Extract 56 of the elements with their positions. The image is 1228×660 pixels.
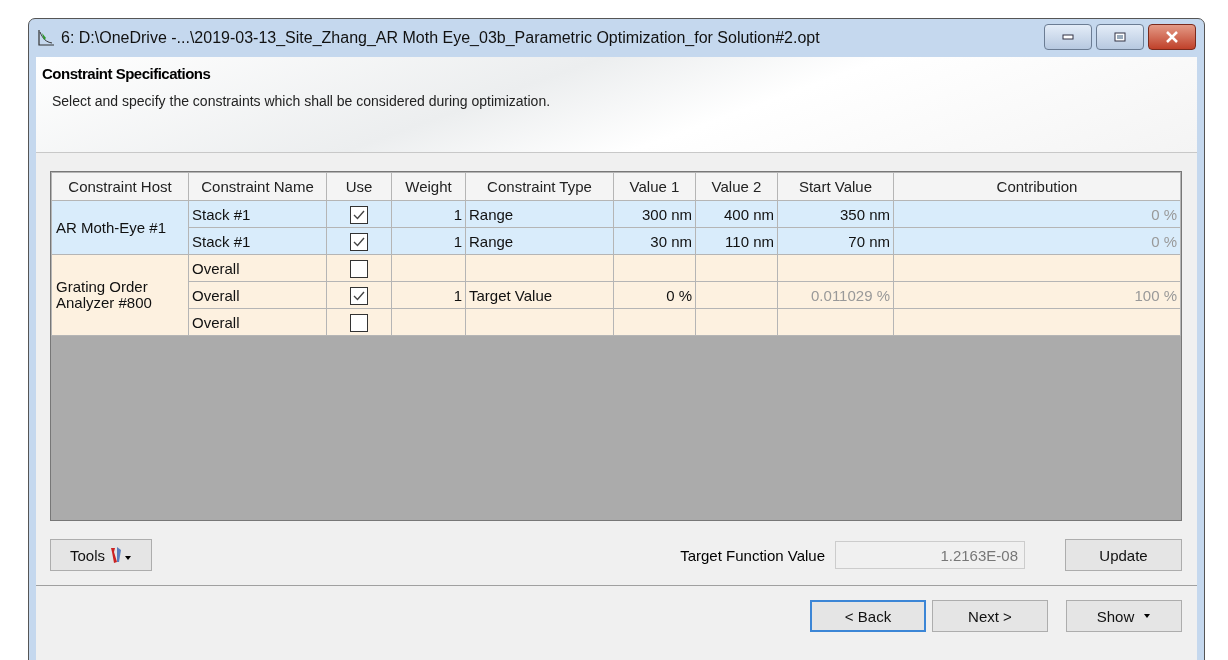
- table-cell: 1: [391, 200, 466, 228]
- field-label: Target Function Value: [680, 546, 825, 564]
- table-cell: Overall: [188, 281, 327, 309]
- minimize-icon: [1062, 34, 1074, 40]
- minimize-button[interactable]: [1044, 24, 1092, 50]
- maximize-icon: [1114, 32, 1126, 42]
- table-cell: 350 nm: [777, 200, 894, 228]
- column-header[interactable]: Value 1: [613, 172, 696, 201]
- table-cell: Range: [465, 227, 614, 255]
- table-cell: 400 nm: [695, 200, 778, 228]
- table-cell: Grating Order Analyzer #800: [51, 254, 189, 336]
- column-header[interactable]: Contribution: [893, 172, 1181, 201]
- column-header[interactable]: Constraint Type: [465, 172, 614, 201]
- table-cell: 1: [391, 227, 466, 255]
- table-cell: Stack #1: [188, 227, 327, 255]
- tools-button[interactable]: Tools: [50, 539, 152, 571]
- target-function-field[interactable]: 1.2163E-08: [835, 541, 1025, 569]
- table-cell: 1: [391, 281, 466, 309]
- close-button[interactable]: [1148, 24, 1196, 50]
- update-button[interactable]: Update: [1065, 539, 1182, 571]
- column-header[interactable]: Start Value: [777, 172, 894, 201]
- column-header[interactable]: Weight: [391, 172, 466, 201]
- section-title: Constraint Specifications: [42, 65, 212, 82]
- checkbox[interactable]: [350, 313, 368, 332]
- dropdown-button[interactable]: Show: [1066, 600, 1182, 632]
- maximize-button[interactable]: [1096, 24, 1144, 50]
- table-cell: Overall: [188, 254, 327, 282]
- table-cell: Overall: [188, 308, 327, 336]
- table-cell: Stack #1: [188, 200, 327, 228]
- table-cell: Range: [465, 200, 614, 228]
- checkbox[interactable]: [350, 286, 368, 305]
- table-cell: 70 nm: [777, 227, 894, 255]
- table-cell: 30 nm: [613, 227, 696, 255]
- table-cell: 110 nm: [695, 227, 778, 255]
- table-cell: 0 %: [893, 227, 1181, 255]
- close-icon: [1165, 31, 1179, 43]
- window-title: 6: D:\OneDrive -...\2019-03-13_Site_Zhang_AR Moth Eye_03b_Parametric Optimization_for Solution#2.opt: [61, 29, 821, 47]
- table-cell: 100 %: [893, 281, 1181, 309]
- checkbox[interactable]: [350, 232, 368, 251]
- table-cell: 0 %: [893, 200, 1181, 228]
- checkbox[interactable]: [350, 205, 368, 224]
- tools-icon: [108, 546, 132, 564]
- table-cell: Target Value: [465, 281, 614, 309]
- chart-icon: [37, 29, 55, 47]
- column-header[interactable]: Constraint Host: [51, 172, 189, 201]
- table-cell: 0.011029 %: [777, 281, 894, 309]
- table-cell: AR Moth-Eye #1: [51, 200, 189, 255]
- checkbox[interactable]: [350, 259, 368, 278]
- column-header[interactable]: Use: [326, 172, 392, 201]
- nav-button[interactable]: < Back: [810, 600, 926, 632]
- nav-button[interactable]: Next >: [932, 600, 1048, 632]
- table-cell: 300 nm: [613, 200, 696, 228]
- column-header[interactable]: Constraint Name: [188, 172, 327, 201]
- table-cell: 0 %: [613, 281, 696, 309]
- section-description: Select and specify the constraints which shall be considered during optimization.: [52, 93, 552, 109]
- column-header[interactable]: Value 2: [695, 172, 778, 201]
